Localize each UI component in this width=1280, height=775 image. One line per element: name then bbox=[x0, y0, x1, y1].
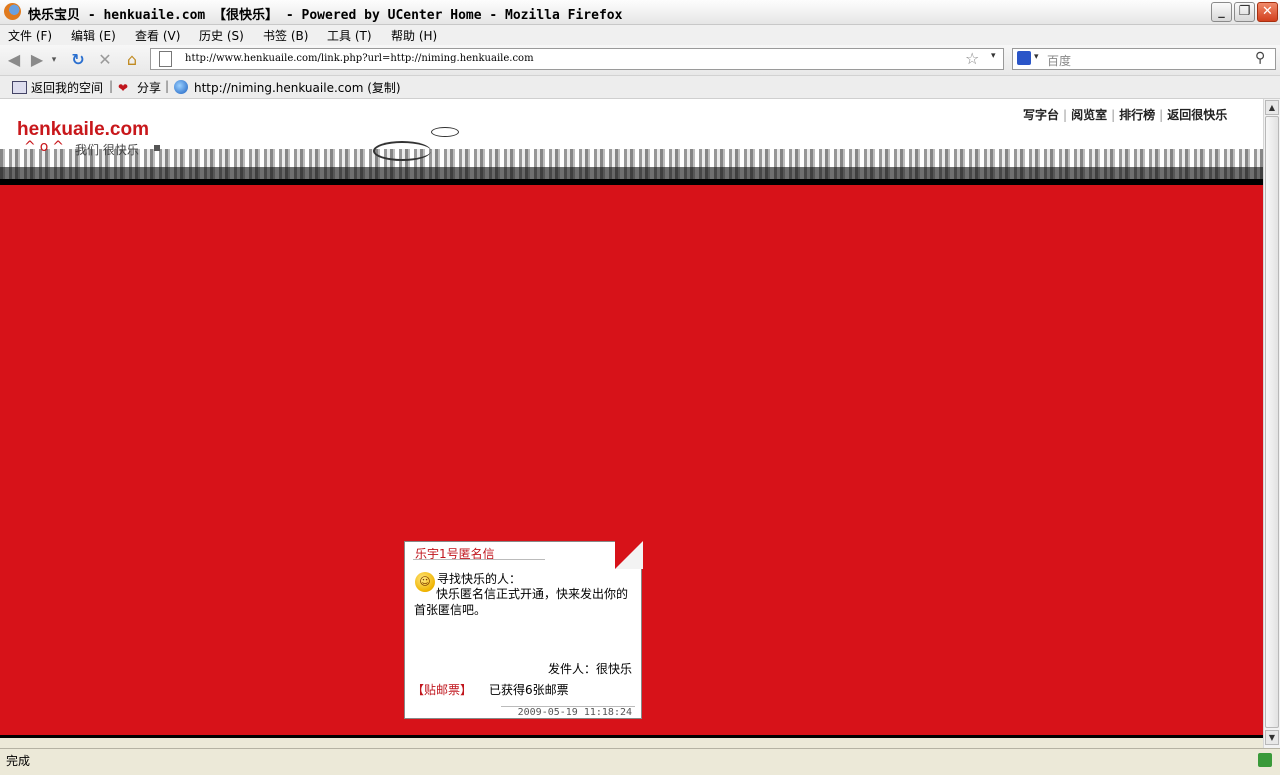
bookmark-share[interactable]: 分享 bbox=[137, 79, 161, 96]
firefox-icon bbox=[4, 3, 21, 20]
fish-illustration bbox=[373, 141, 431, 161]
scrollbar-thumb[interactable] bbox=[1265, 116, 1279, 728]
menu-tools[interactable]: 工具 (T) bbox=[327, 27, 372, 44]
search-placeholder: 百度 bbox=[1047, 54, 1072, 68]
restore-button[interactable]: ❐ bbox=[1234, 2, 1255, 22]
card-corner-fold bbox=[615, 541, 643, 569]
stop-icon[interactable]: ✕ bbox=[94, 49, 116, 71]
site-tagline: 我们 很快乐 bbox=[75, 143, 139, 157]
reload-icon[interactable]: ↻ bbox=[67, 49, 89, 71]
logo-face: ^o^ bbox=[24, 139, 69, 155]
ink-decoration-bottom bbox=[0, 167, 1263, 179]
small-fish-illustration bbox=[431, 127, 459, 137]
nav-reading-room[interactable]: 阅览室 bbox=[1071, 108, 1107, 122]
baidu-engine-icon[interactable] bbox=[1017, 51, 1031, 65]
star-icon[interactable]: ☆ bbox=[965, 49, 979, 68]
globe-icon bbox=[174, 80, 188, 94]
card-sender: 发件人：很快乐 bbox=[547, 662, 632, 676]
page-icon bbox=[159, 51, 172, 67]
scroll-down-icon[interactable]: ▼ bbox=[1265, 730, 1279, 745]
footer-divider bbox=[0, 735, 1263, 738]
status-bar: 完成 bbox=[0, 748, 1280, 775]
window-title: 快乐宝贝 - henkuaile.com 【很快乐】 - Powered by … bbox=[28, 8, 623, 23]
card-date: 2009-05-19 11:18:24 bbox=[517, 707, 632, 718]
bookmark-separator: | bbox=[109, 79, 114, 93]
site-logo[interactable]: henkuaile.com bbox=[17, 119, 149, 141]
window-title-bar[interactable]: 快乐宝贝 - henkuaile.com 【很快乐】 - Powered by … bbox=[0, 0, 1280, 25]
scroll-up-icon[interactable]: ▲ bbox=[1265, 100, 1279, 115]
menu-history[interactable]: 历史 (S) bbox=[199, 27, 244, 44]
add-stamp-link[interactable]: 【贴邮票】 bbox=[412, 681, 472, 698]
navigation-toolbar: ◀ ▶ ▾ ↻ ✕ ⌂ http://www.henkuaile.com/lin… bbox=[0, 45, 1280, 76]
bookmarks-toolbar: 返回我的空间 | ❤ 分享 | http://niming.henkuaile.… bbox=[0, 76, 1280, 99]
red-background: 乐宇1号匿名信 ☺ 寻找快乐的人： 快乐匿名信正式开通，快来发出你的首张匿信吧。… bbox=[0, 185, 1263, 735]
menu-edit[interactable]: 编辑 (E) bbox=[71, 27, 116, 44]
url-text: http://www.henkuaile.com/link.php?url=ht… bbox=[185, 53, 534, 64]
vertical-scrollbar[interactable]: ▲ ▼ bbox=[1263, 99, 1280, 748]
site-header: henkuaile.com ^o^ 我们 很快乐 写字台 | 阅览室 | 排行榜 | 返回很… bbox=[0, 99, 1263, 185]
space-bookmark-icon bbox=[12, 81, 27, 94]
engine-dropdown-icon[interactable]: ▾ bbox=[1034, 52, 1039, 62]
menu-view[interactable]: 查看 (V) bbox=[135, 27, 180, 44]
search-icon[interactable]: ⚲ bbox=[1255, 50, 1265, 66]
nav-writing-desk[interactable]: 写字台 bbox=[1023, 108, 1059, 122]
menu-bookmarks[interactable]: 书签 (B) bbox=[263, 27, 308, 44]
home-icon[interactable]: ⌂ bbox=[121, 49, 143, 71]
web-content: henkuaile.com ^o^ 我们 很快乐 写字台 | 阅览室 | 排行榜 | 返回很… bbox=[0, 99, 1263, 738]
menu-file[interactable]: 文件 (F) bbox=[8, 27, 52, 44]
nav-back-home[interactable]: 返回很快乐 bbox=[1167, 108, 1227, 122]
history-dropdown-icon[interactable]: ▾ bbox=[48, 49, 60, 71]
nav-ranking[interactable]: 排行榜 bbox=[1119, 108, 1155, 122]
url-input[interactable]: http://www.henkuaile.com/link.php?url=ht… bbox=[150, 48, 1004, 70]
back-button[interactable]: ◀ bbox=[3, 49, 25, 71]
anonymous-letter-card: 乐宇1号匿名信 ☺ 寻找快乐的人： 快乐匿名信正式开通，快来发出你的首张匿信吧。… bbox=[404, 541, 643, 719]
addon-status-icon[interactable] bbox=[1258, 753, 1272, 767]
card-greeting: 寻找快乐的人： bbox=[437, 572, 522, 586]
minimize-button[interactable]: _ bbox=[1211, 2, 1232, 22]
url-dropdown-icon[interactable]: ▾ bbox=[991, 51, 996, 61]
share-icon: ❤ bbox=[118, 81, 129, 95]
card-body: 快乐匿名信正式开通，快来发出你的首张匿信吧。 bbox=[414, 587, 629, 617]
menu-bar: 文件 (F) 编辑 (E) 查看 (V) 历史 (S) 书签 (B) 工具 (T… bbox=[0, 25, 1280, 45]
menu-help[interactable]: 帮助 (H) bbox=[391, 27, 437, 44]
site-nav: 写字台 | 阅览室 | 排行榜 | 返回很快乐 bbox=[1023, 108, 1228, 122]
card-title-underline bbox=[413, 559, 545, 560]
forward-button[interactable]: ▶ bbox=[26, 49, 48, 71]
close-button[interactable]: ✕ bbox=[1257, 2, 1278, 22]
status-text: 完成 bbox=[6, 754, 31, 768]
bookmark-copy-url[interactable]: http://niming.henkuaile.com (复制) bbox=[194, 79, 401, 96]
stamp-count: 已获得6张邮票 bbox=[489, 683, 569, 697]
search-input[interactable]: ▾ 百度 ⚲ bbox=[1012, 48, 1276, 70]
tagline-square-icon bbox=[154, 145, 160, 151]
bookmark-my-space[interactable]: 返回我的空间 bbox=[31, 79, 103, 96]
bookmark-separator-2: | bbox=[165, 79, 170, 93]
